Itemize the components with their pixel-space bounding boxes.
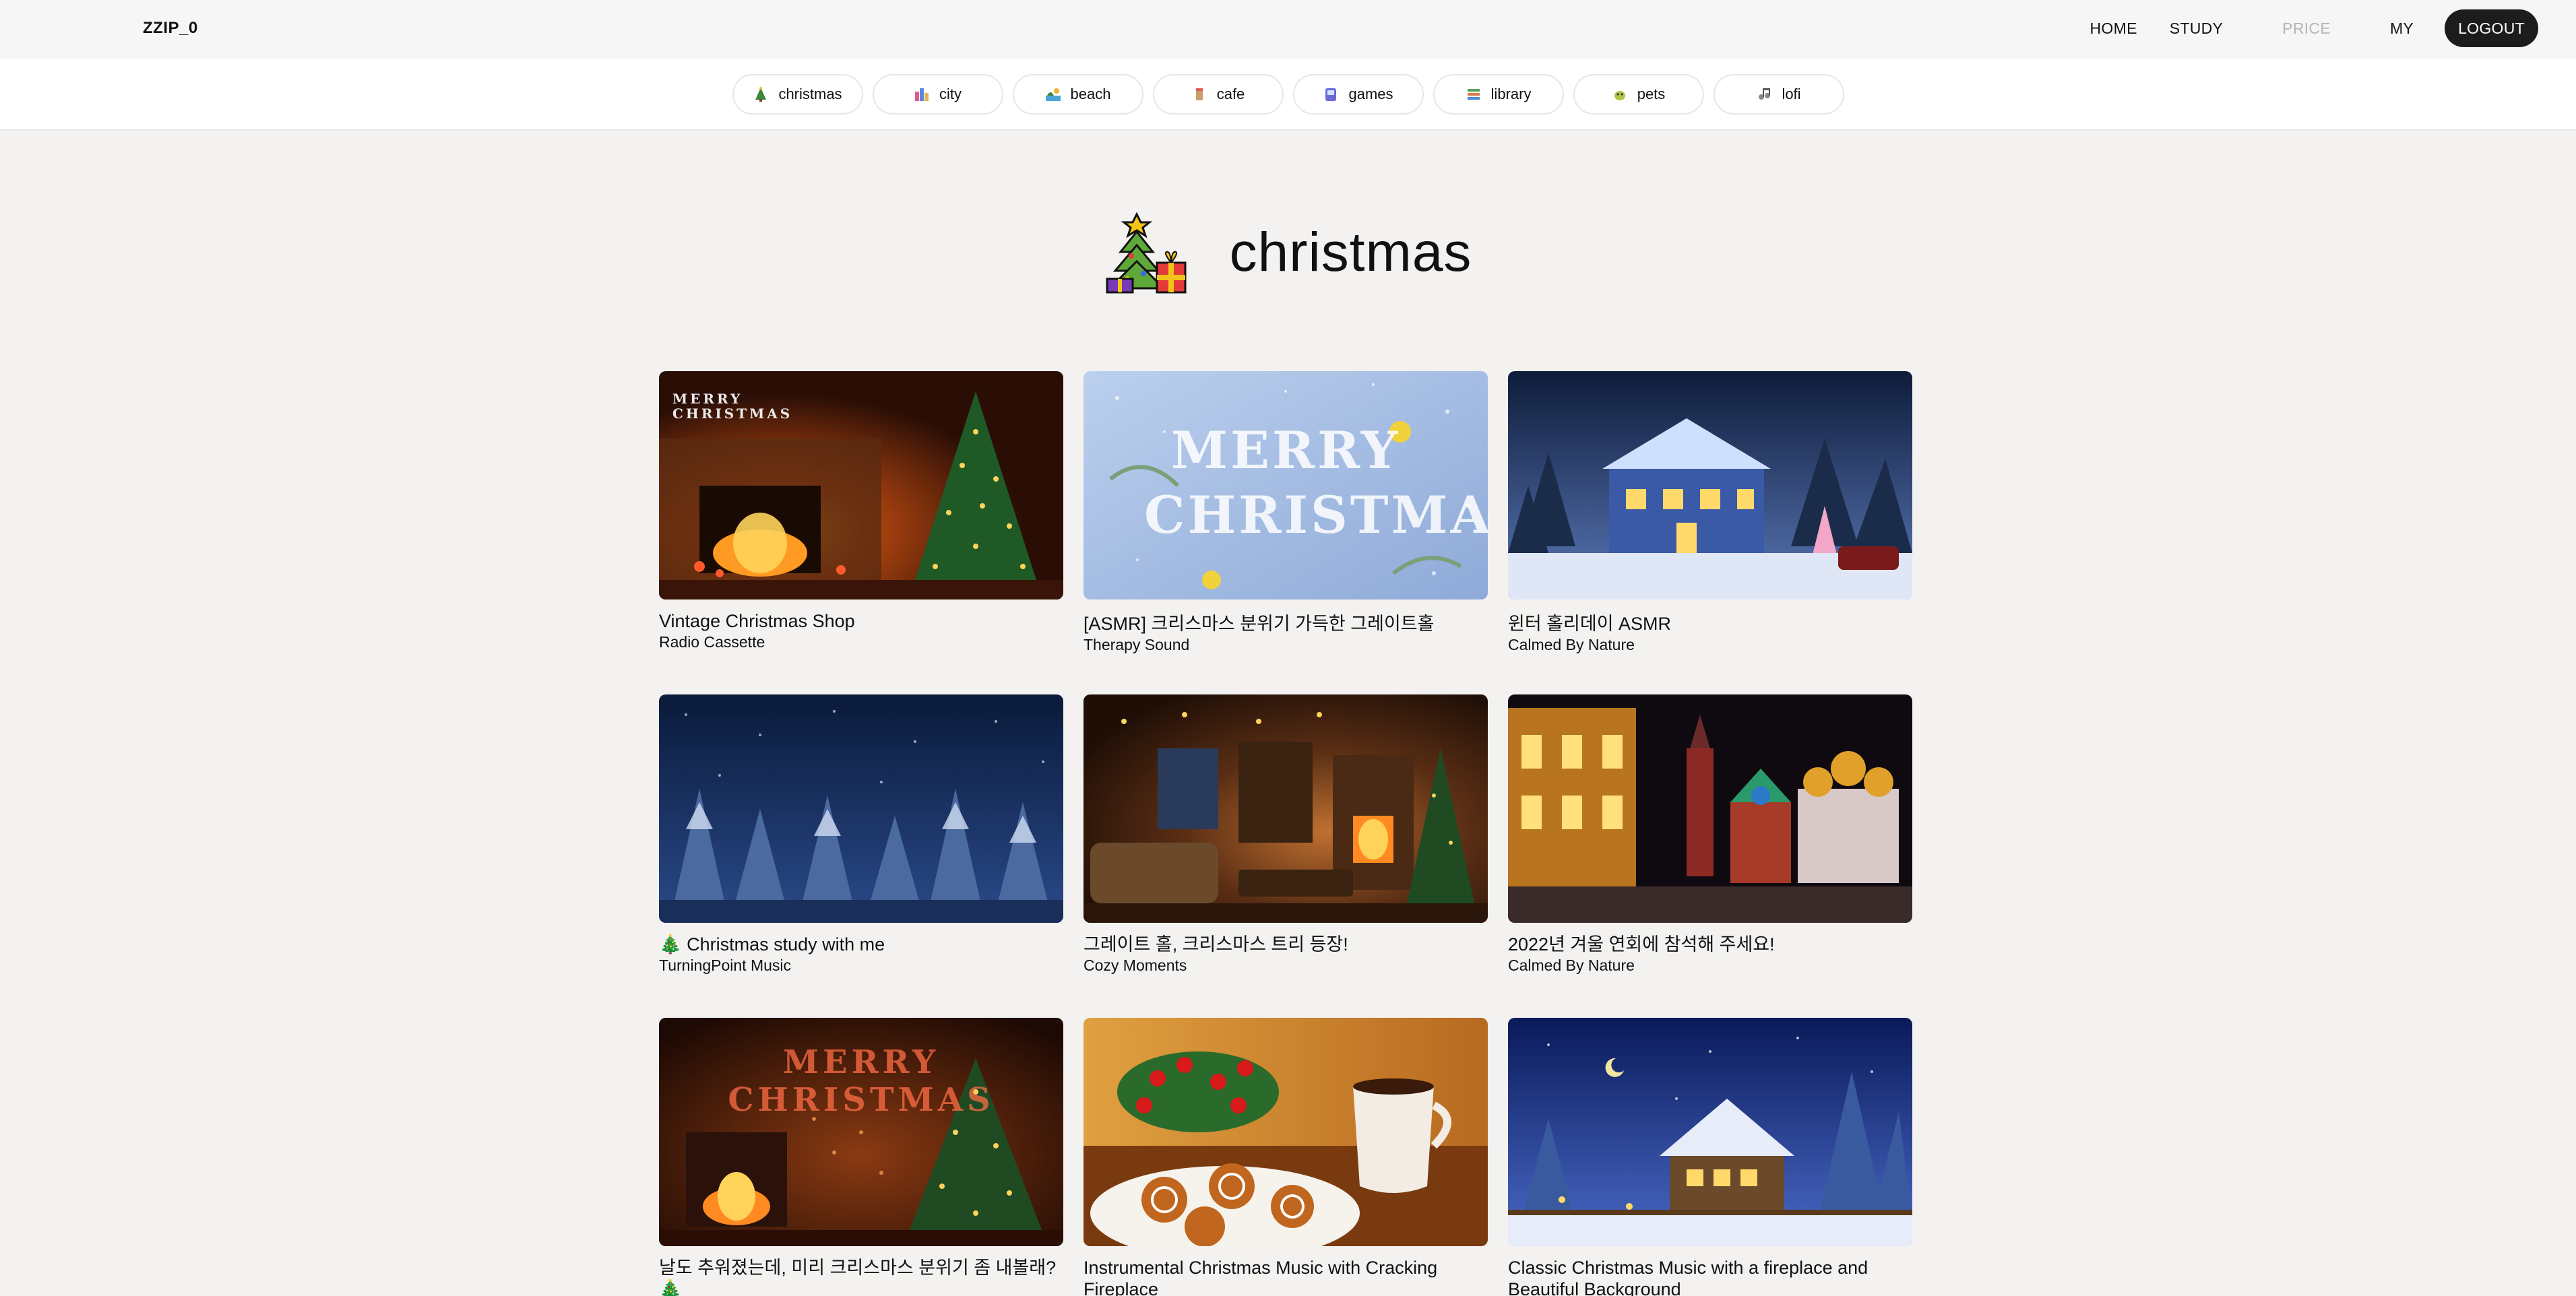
library-icon (1466, 86, 1482, 102)
video-thumbnail[interactable]: MERRY CHRISTMAS (659, 371, 1063, 600)
category-label: christmas (778, 86, 842, 102)
video-title: Instrumental Christmas Music with Cracki… (1083, 1258, 1438, 1296)
category-city[interactable]: city (872, 74, 1003, 115)
video-thumbnail[interactable] (1083, 1018, 1488, 1246)
video-card[interactable]: Classic Christmas Music with a fireplace… (1508, 1018, 1912, 1296)
category-hero: christmas (0, 202, 2576, 303)
video-card[interactable]: MERRY CHRISTMAS [ASMR] 크리스마스 분위기 가득한 그레이… (1083, 371, 1488, 694)
category-cafe[interactable]: cafe (1152, 74, 1284, 115)
video-thumbnail[interactable]: MERRY CHRISTMAS (659, 1018, 1063, 1246)
nav-price[interactable]: PRICE (2266, 20, 2347, 38)
video-thumbnail[interactable] (1083, 694, 1488, 923)
video-title: [ASMR] 크리스마스 분위기 가득한 그레이트홀 (1083, 614, 1435, 634)
lofi-icon (1756, 86, 1772, 102)
nav-home[interactable]: HOME (2074, 20, 2154, 38)
nav-study[interactable]: STUDY (2154, 20, 2239, 38)
category-bar: christmas city beach cafe games library (0, 59, 2576, 131)
category-label: library (1490, 86, 1532, 102)
games-icon (1323, 86, 1339, 102)
video-title: 그레이트 홀, 크리스마스 트리 등장! (1083, 934, 1348, 954)
thumbnail-caption: MERRY CHRISTMAS (728, 1043, 995, 1119)
page-title: christmas (1229, 222, 1472, 283)
category-label: games (1348, 86, 1393, 102)
category-label: beach (1070, 86, 1111, 102)
video-channel: Cozy Moments (1083, 957, 1187, 974)
category-label: pets (1637, 86, 1666, 102)
thumbnail-caption: MERRY CHRISTMAS (1144, 420, 1488, 545)
nav-my[interactable]: MY (2374, 20, 2430, 38)
video-channel: TurningPoint Music (659, 957, 792, 974)
category-label: cafe (1216, 86, 1245, 102)
video-thumbnail[interactable] (659, 694, 1063, 923)
video-card[interactable]: MERRY CHRISTMAS Vintage Christmas Shop R… (659, 371, 1063, 694)
category-christmas[interactable]: christmas (732, 74, 863, 115)
category-pets[interactable]: pets (1573, 74, 1704, 115)
video-card[interactable]: 그레이트 홀, 크리스마스 트리 등장! Cozy Moments (1083, 694, 1488, 1018)
category-label: city (939, 86, 962, 102)
thumbnail-caption: MERRY CHRISTMAS (672, 391, 793, 422)
pets-icon (1612, 86, 1628, 102)
brand-logo[interactable]: ZZIP_0 (143, 19, 198, 38)
category-lofi[interactable]: lofi (1713, 74, 1844, 115)
video-thumbnail[interactable] (1508, 1018, 1912, 1246)
category-library[interactable]: library (1433, 74, 1564, 115)
category-games[interactable]: games (1292, 74, 1424, 115)
video-title: 날도 추워졌는데, 미리 크리스마스 분위기 좀 내볼래? 🎄 (659, 1258, 1057, 1296)
video-channel: Radio Cassette (659, 633, 765, 651)
cafe-icon (1191, 86, 1207, 102)
video-title: Vintage Christmas Shop (659, 611, 855, 631)
video-card[interactable]: 2022년 겨울 연회에 참석해 주세요! Calmed By Nature (1508, 694, 1912, 1018)
video-thumbnail[interactable] (1508, 694, 1912, 923)
logout-button[interactable]: LOGOUT (2445, 9, 2538, 47)
video-thumbnail[interactable]: MERRY CHRISTMAS (1083, 371, 1488, 600)
beach-icon (1045, 86, 1061, 102)
video-title: Classic Christmas Music with a fireplace… (1508, 1258, 1868, 1296)
video-title: 2022년 겨울 연회에 참석해 주세요! (1508, 934, 1775, 954)
video-card[interactable]: MERRY CHRISTMAS 날도 추워졌는데, 미리 크리스마스 분위기 좀… (659, 1018, 1063, 1296)
video-thumbnail[interactable] (1508, 371, 1912, 600)
city-icon (914, 86, 930, 102)
nav-links: HOME STUDY PRICE MY LOGOUT (2074, 9, 2538, 47)
video-title: 🎄 Christmas study with me (659, 934, 885, 954)
video-grid: MERRY CHRISTMAS Vintage Christmas Shop R… (659, 371, 1912, 1296)
christmas-tree-icon (753, 86, 769, 102)
video-card[interactable]: Instrumental Christmas Music with Cracki… (1083, 1018, 1488, 1296)
video-title: 윈터 홀리데이 ASMR (1508, 614, 1672, 634)
category-beach[interactable]: beach (1012, 74, 1143, 115)
video-card[interactable]: 🎄 Christmas study with me TurningPoint M… (659, 694, 1063, 1018)
category-label: lofi (1782, 86, 1801, 102)
video-channel: Calmed By Nature (1508, 636, 1635, 653)
top-navigation: ZZIP_0 HOME STUDY PRICE MY LOGOUT (0, 0, 2576, 59)
christmas-tree-gift-icon (1104, 209, 1189, 297)
video-card[interactable]: 윈터 홀리데이 ASMR Calmed By Nature (1508, 371, 1912, 694)
video-channel: Calmed By Nature (1508, 957, 1635, 974)
video-channel: Therapy Sound (1083, 636, 1190, 653)
